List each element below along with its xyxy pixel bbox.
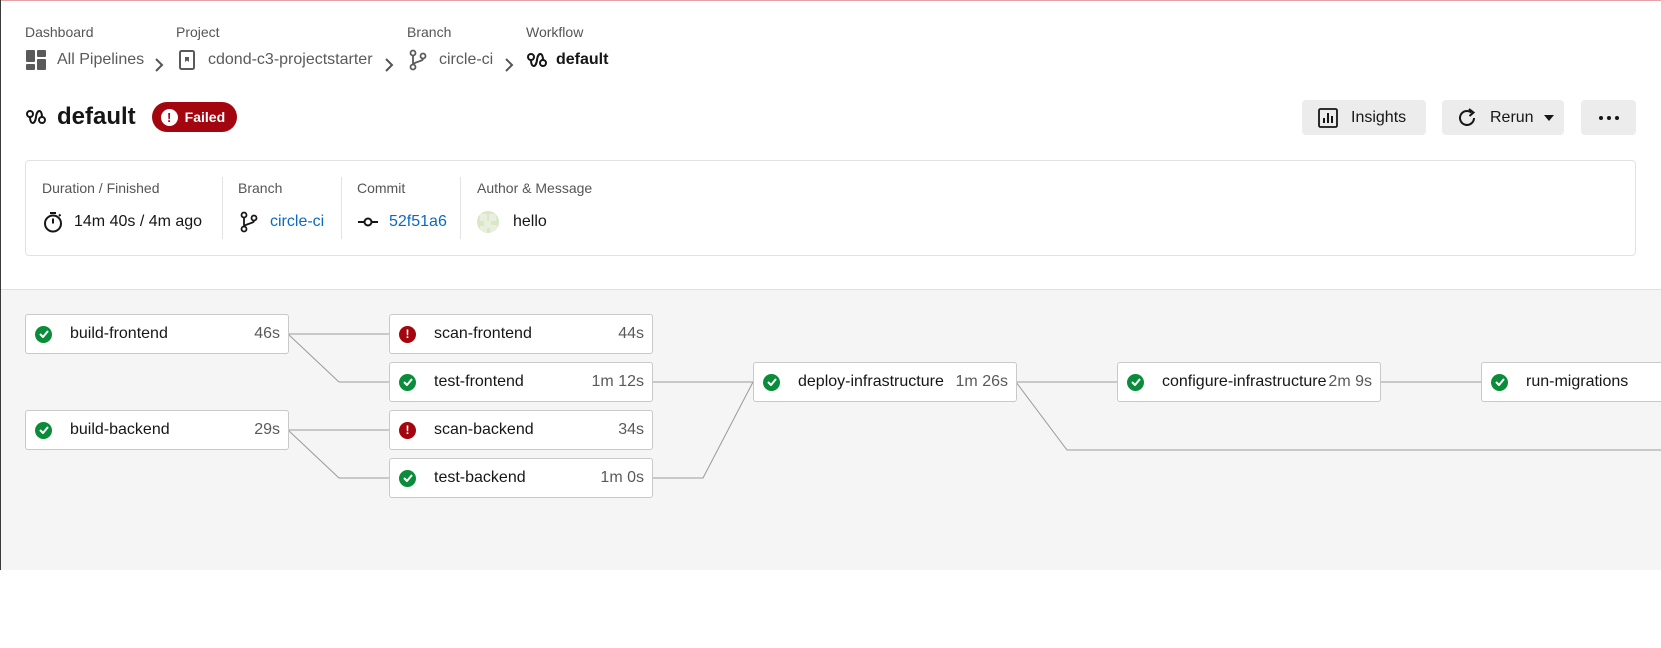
job-scan-backend[interactable]: ! scan-backend 34s bbox=[389, 410, 653, 450]
author-column: Author & Message hello bbox=[461, 161, 761, 255]
duration-value: 14m 40s / 4m ago bbox=[74, 213, 203, 230]
job-duration: 1m 26s bbox=[955, 373, 1008, 390]
job-duration: 2m 9s bbox=[1328, 373, 1372, 390]
branch-icon bbox=[238, 211, 260, 233]
job-configure-infrastructure[interactable]: configure-infrastructure 2m 9s bbox=[1117, 362, 1381, 402]
job-name: build-backend bbox=[70, 421, 170, 438]
workflow-graph: build-frontend 46s build-backend 29s ! s… bbox=[1, 289, 1661, 570]
workflow-icon bbox=[526, 49, 548, 71]
top-border bbox=[0, 0, 1661, 1]
job-duration: 46s bbox=[254, 325, 280, 342]
insights-button-label: Insights bbox=[1351, 108, 1407, 126]
stopwatch-icon bbox=[42, 211, 64, 233]
breadcrumb-label: Project bbox=[176, 24, 220, 40]
job-build-frontend[interactable]: build-frontend 46s bbox=[25, 314, 289, 354]
job-duration: 1m 12s bbox=[591, 373, 644, 390]
chevron-right-icon bbox=[152, 55, 166, 75]
branch-column: Branch circle-ci bbox=[223, 161, 341, 255]
breadcrumb-label: Branch bbox=[407, 24, 452, 40]
refresh-icon bbox=[1456, 107, 1478, 129]
breadcrumb-branch[interactable]: Branch circle-ci bbox=[407, 24, 493, 72]
error-icon: ! bbox=[160, 108, 178, 126]
commit-message: hello bbox=[513, 213, 547, 230]
job-name: test-backend bbox=[434, 469, 526, 486]
job-duration: 1m 0s bbox=[600, 469, 644, 486]
grid-icon bbox=[25, 49, 47, 71]
insights-button[interactable]: Insights bbox=[1302, 100, 1426, 135]
job-run-migrations[interactable]: run-migrations bbox=[1481, 362, 1661, 402]
bar-chart-icon bbox=[1317, 107, 1339, 129]
success-check-icon bbox=[35, 325, 52, 343]
job-build-backend[interactable]: build-backend 29s bbox=[25, 410, 289, 450]
branch-label: Branch bbox=[238, 180, 283, 196]
error-icon: ! bbox=[399, 325, 416, 343]
job-name: scan-frontend bbox=[434, 325, 532, 342]
more-horizontal-icon bbox=[1598, 115, 1619, 120]
job-name: scan-backend bbox=[434, 421, 534, 438]
job-test-backend[interactable]: test-backend 1m 0s bbox=[389, 458, 653, 498]
workflow-summary-card: Duration / Finished 14m 40s / 4m ago Bra… bbox=[25, 160, 1636, 256]
breadcrumb-link-all-pipelines[interactable]: All Pipelines bbox=[57, 51, 144, 69]
more-options-button[interactable] bbox=[1581, 100, 1636, 135]
chevron-right-icon bbox=[502, 55, 516, 75]
breadcrumb-workflow: Workflow default bbox=[526, 24, 608, 72]
page-header: default ! Failed bbox=[25, 102, 238, 132]
rerun-button[interactable]: Rerun bbox=[1442, 100, 1564, 135]
status-badge: ! Failed bbox=[151, 102, 238, 132]
job-duration: 44s bbox=[618, 325, 644, 342]
commit-link[interactable]: 52f51a6 bbox=[389, 213, 447, 231]
breadcrumb-link-branch[interactable]: circle-ci bbox=[439, 51, 493, 69]
success-check-icon bbox=[35, 421, 52, 439]
success-check-icon bbox=[399, 373, 416, 391]
branch-icon bbox=[407, 49, 429, 71]
job-name: test-frontend bbox=[434, 373, 524, 390]
breadcrumb-current-workflow: default bbox=[556, 51, 609, 68]
job-deploy-infrastructure[interactable]: deploy-infrastructure 1m 26s bbox=[753, 362, 1017, 402]
chevron-right-icon bbox=[382, 55, 396, 75]
success-check-icon bbox=[1127, 373, 1144, 391]
page-title: default bbox=[57, 103, 136, 130]
commit-icon bbox=[357, 211, 379, 233]
status-badge-label: Failed bbox=[184, 109, 226, 125]
duration-column: Duration / Finished 14m 40s / 4m ago bbox=[26, 161, 222, 255]
job-name: configure-infrastructure bbox=[1162, 373, 1327, 390]
success-check-icon bbox=[1491, 373, 1508, 391]
rerun-button-label: Rerun bbox=[1490, 108, 1534, 126]
job-name: build-frontend bbox=[70, 325, 168, 342]
breadcrumb-label: Workflow bbox=[526, 24, 584, 40]
branch-link[interactable]: circle-ci bbox=[270, 213, 324, 231]
breadcrumb-dashboard[interactable]: Dashboard All Pipelines bbox=[25, 24, 144, 72]
breadcrumb-label: Dashboard bbox=[25, 24, 94, 40]
job-name: run-migrations bbox=[1526, 373, 1629, 390]
avatar bbox=[477, 211, 499, 233]
job-test-frontend[interactable]: test-frontend 1m 12s bbox=[389, 362, 653, 402]
duration-label: Duration / Finished bbox=[42, 180, 160, 196]
success-check-icon bbox=[399, 469, 416, 487]
success-check-icon bbox=[763, 373, 780, 391]
workflow-icon bbox=[25, 106, 47, 128]
job-duration: 34s bbox=[618, 421, 644, 438]
commit-label: Commit bbox=[357, 180, 406, 196]
commit-column: Commit 52f51a6 bbox=[342, 161, 461, 255]
caret-down-icon bbox=[1543, 114, 1554, 121]
job-name: deploy-infrastructure bbox=[798, 373, 944, 390]
job-duration: 29s bbox=[254, 421, 280, 438]
breadcrumb-project[interactable]: Project cdond-c3-projectstarter bbox=[176, 24, 373, 72]
job-scan-frontend[interactable]: ! scan-frontend 44s bbox=[389, 314, 653, 354]
error-icon: ! bbox=[399, 421, 416, 439]
author-label: Author & Message bbox=[477, 180, 593, 196]
breadcrumb-link-project[interactable]: cdond-c3-projectstarter bbox=[208, 51, 373, 69]
repo-icon bbox=[176, 49, 198, 71]
